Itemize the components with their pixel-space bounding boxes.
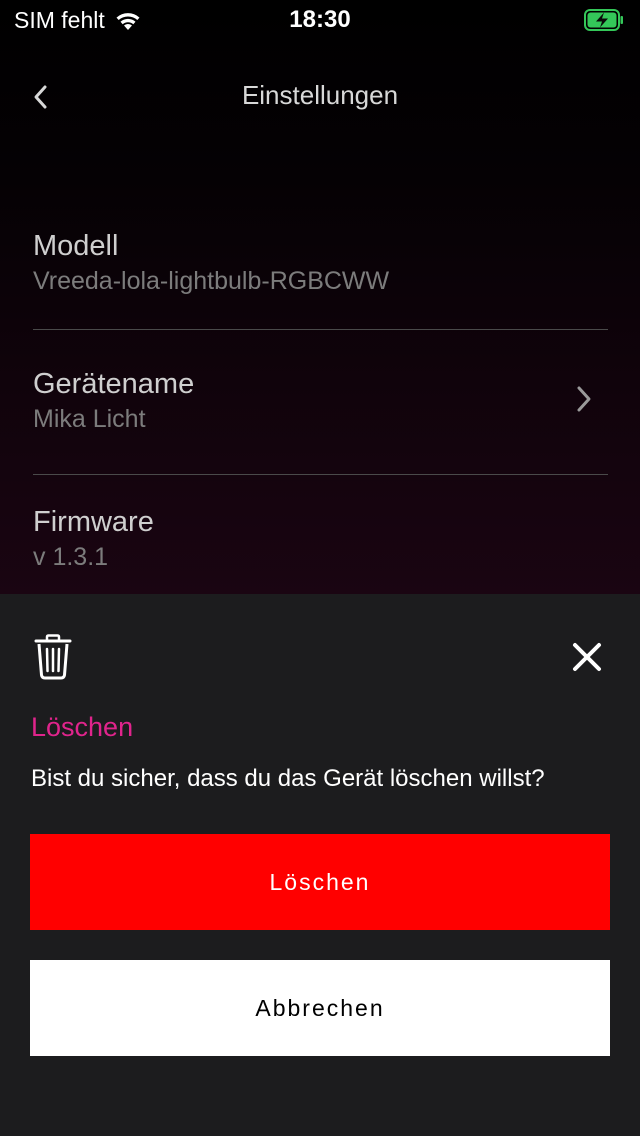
settings-screen: SIM fehlt 18:30 Einstellungen Modell Vre… (0, 0, 640, 1136)
dialog-title: Löschen (31, 712, 134, 742)
battery-charging-icon (584, 9, 623, 31)
chevron-right-icon (577, 386, 591, 412)
close-icon[interactable] (572, 642, 602, 672)
setting-device-name[interactable]: Gerätename Mika Licht (33, 366, 608, 436)
setting-label: Firmware (33, 506, 154, 538)
divider (33, 329, 608, 330)
trash-icon (34, 634, 72, 680)
cancel-button[interactable]: Abbrechen (30, 960, 610, 1056)
setting-label: Modell (33, 230, 119, 262)
setting-model: Modell Vreeda-lola-lightbulb-RGBCWW (33, 228, 608, 298)
setting-firmware: Firmware v 1.3.1 (33, 504, 608, 574)
divider (33, 474, 608, 475)
setting-value: Vreeda-lola-lightbulb-RGBCWW (33, 267, 390, 295)
delete-confirmation-sheet: Löschen Bist du sicher, dass du das Gerä… (0, 594, 640, 1136)
page-title: Einstellungen (241, 80, 399, 110)
confirm-delete-button[interactable]: Löschen (30, 834, 610, 930)
setting-value: Mika Licht (33, 405, 146, 433)
setting-label: Gerätename (33, 368, 195, 400)
setting-value: v 1.3.1 (33, 543, 109, 571)
dialog-message: Bist du sicher, dass du das Gerät lösche… (31, 765, 545, 792)
status-time: 18:30 (289, 6, 351, 33)
status-bar: SIM fehlt 18:30 (0, 0, 640, 40)
